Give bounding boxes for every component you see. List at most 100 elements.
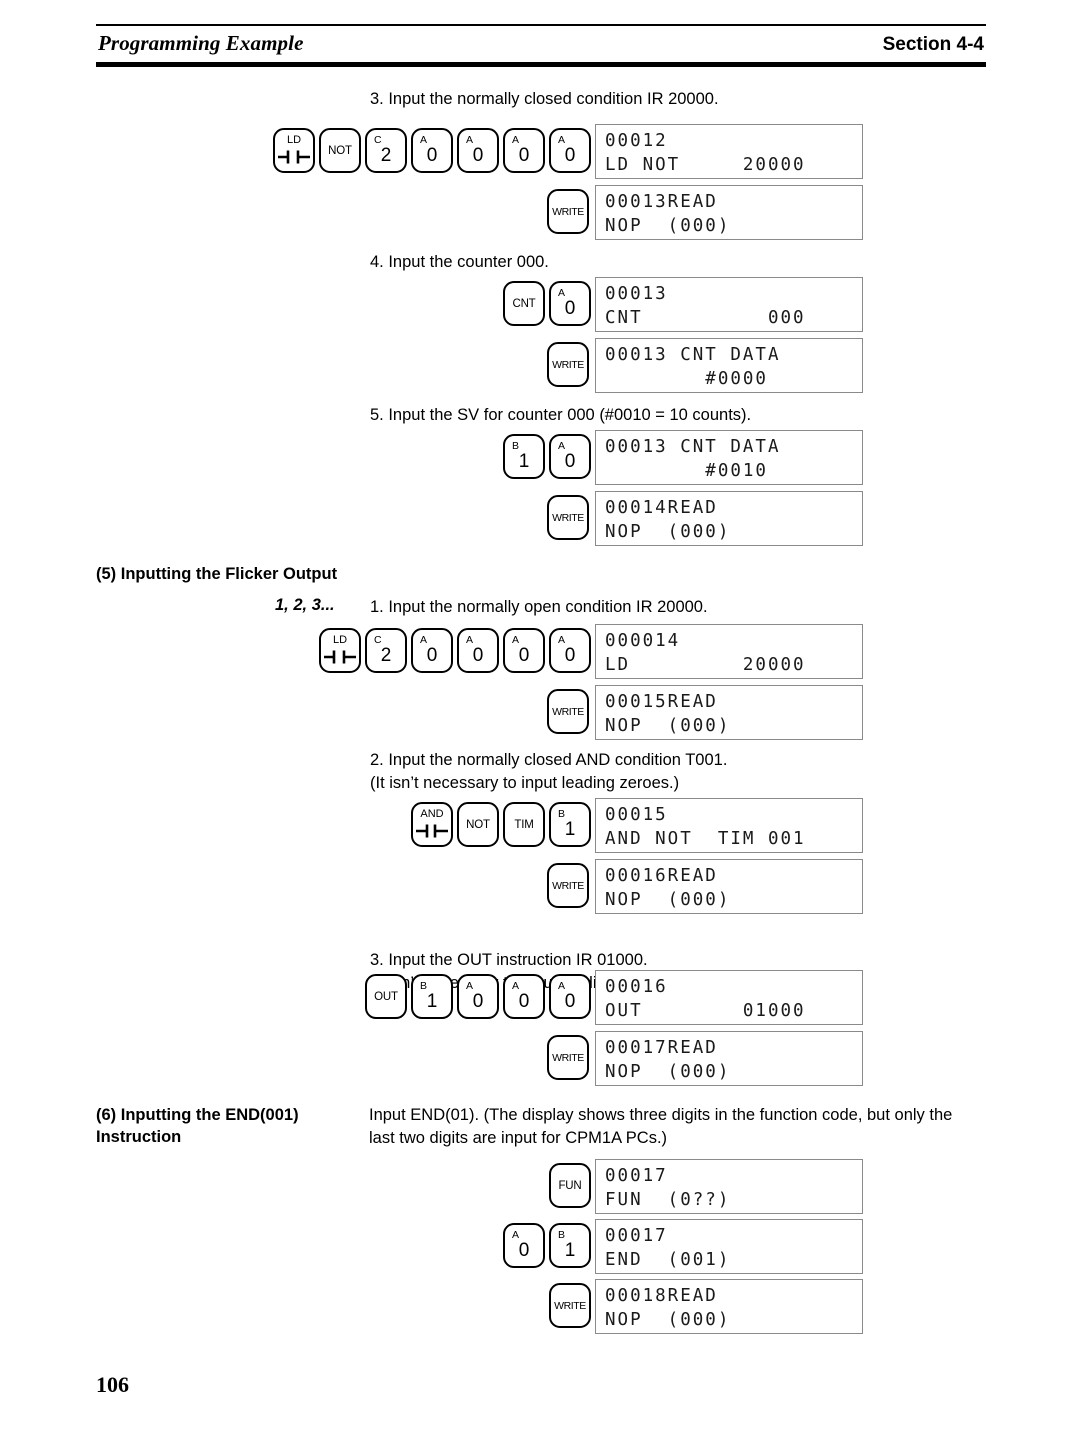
flicker-step-3-out-ir01000-write-display: 00017READ NOP (000) <box>595 1031 863 1086</box>
key-digit-label: 0 <box>518 645 530 666</box>
lcd-line-2: LD 20000 <box>605 655 806 675</box>
step-3-nc-ir20000-not-key[interactable]: NOT <box>319 128 361 173</box>
key-label: WRITE <box>552 1051 584 1064</box>
key-label: OUT <box>374 990 398 1003</box>
lcd-line-1: 00012 <box>605 131 668 151</box>
end-row-fun-fun-key[interactable]: FUN <box>549 1163 591 1208</box>
step-3-nc-ir20000-write-display: 00013READ NOP (000) <box>595 185 863 240</box>
key-digit-label: 0 <box>564 298 576 319</box>
key-label: WRITE <box>552 205 584 218</box>
step-3-nc-ir20000-key-a-0-1[interactable]: A0 <box>411 128 453 173</box>
lcd-line-1: 00013 CNT DATA <box>605 437 781 457</box>
flicker-step-3-out-ir01000-display: 00016 OUT 01000 <box>595 970 863 1025</box>
lcd-line-2: CNT 000 <box>605 308 806 328</box>
step-3-nc-ir20000-display: 00012 LD NOT 20000 <box>595 124 863 179</box>
lcd-line-2: END (001) <box>605 1250 731 1270</box>
key-digit-label: 0 <box>426 145 438 166</box>
flicker-step-1-no-ir20000-ld-key[interactable]: LD <box>319 628 361 673</box>
flicker-step-3-out-ir01000-write-key[interactable]: WRITE <box>547 1035 589 1080</box>
key-label: LD <box>332 634 348 646</box>
key-superscript-label: A <box>558 980 566 992</box>
key-digit-label: 0 <box>518 1240 530 1261</box>
key-label: WRITE <box>554 1299 586 1312</box>
lcd-line-1: 00015 <box>605 805 668 825</box>
manual-page: Programming Example Section 4-4 3. Input… <box>0 0 1080 1435</box>
lcd-line-1: 00017READ <box>605 1038 718 1058</box>
flicker-step-3-out-ir01000-key-a-0-2[interactable]: A0 <box>503 974 545 1019</box>
flicker-step-2-and-not-t001-write-display: 00016READ NOP (000) <box>595 859 863 914</box>
section6-heading: (6) Inputting the END(001) Instruction <box>96 1106 299 1146</box>
section5-list-marker: 1, 2, 3... <box>275 596 335 614</box>
key-digit-label: 0 <box>564 145 576 166</box>
end-row-write-write-key[interactable]: WRITE <box>549 1283 591 1328</box>
step-3-nc-ir20000-ld-key[interactable]: LD <box>273 128 315 173</box>
flicker-step-1-no-ir20000-key-a-0-2[interactable]: A0 <box>457 628 499 673</box>
key-label: WRITE <box>552 705 584 718</box>
header-title-right: Section 4-4 <box>882 34 984 55</box>
key-superscript-label: A <box>466 980 474 992</box>
step-4-counter-000-key-a-0-1[interactable]: A0 <box>549 281 591 326</box>
key-superscript-label: A <box>512 1229 520 1241</box>
lcd-line-1: 000014 <box>605 631 681 651</box>
step-5-sv-counter-000-write-display: 00014READ NOP (000) <box>595 491 863 546</box>
key-label: WRITE <box>552 879 584 892</box>
flicker-step-2-and-not-t001-instruction: 2. Input the normally closed AND conditi… <box>370 751 728 792</box>
step-3-nc-ir20000-key-c-2[interactable]: C2 <box>365 128 407 173</box>
flicker-step-1-no-ir20000-write-key[interactable]: WRITE <box>547 689 589 734</box>
lcd-line-2: NOP (000) <box>605 1310 731 1330</box>
flicker-step-3-out-ir01000-key-a-0-3[interactable]: A0 <box>549 974 591 1019</box>
key-digit-label: 0 <box>426 645 438 666</box>
flicker-step-2-and-not-t001-not-key[interactable]: NOT <box>457 802 499 847</box>
step-3-nc-ir20000-key-a-0-2[interactable]: A0 <box>457 128 499 173</box>
step-3-nc-ir20000-instruction: 3. Input the normally closed condition I… <box>370 90 719 108</box>
lcd-line-2: #0010 <box>605 461 768 481</box>
step-3-nc-ir20000-write-key[interactable]: WRITE <box>547 189 589 234</box>
step-4-counter-000-cnt-key[interactable]: CNT <box>503 281 545 326</box>
page-number: 106 <box>96 1372 129 1397</box>
key-digit-label: 0 <box>518 145 530 166</box>
step-5-sv-counter-000-write-key[interactable]: WRITE <box>547 495 589 540</box>
nc-contact-icon <box>321 649 359 665</box>
no-contact-icon <box>413 823 451 839</box>
key-label: NOT <box>328 144 352 157</box>
key-superscript-label: A <box>558 634 566 646</box>
key-superscript-label: B <box>420 980 428 992</box>
flicker-step-3-out-ir01000-out-key[interactable]: OUT <box>365 974 407 1019</box>
step-5-sv-counter-000-instruction: 5. Input the SV for counter 000 (#0010 =… <box>370 406 752 424</box>
end-row-01-key-b-1[interactable]: B1 <box>549 1223 591 1268</box>
flicker-step-1-no-ir20000-key-a-0-4[interactable]: A0 <box>549 628 591 673</box>
flicker-step-2-and-not-t001-write-key[interactable]: WRITE <box>547 863 589 908</box>
lcd-line-2: NOP (000) <box>605 1062 731 1082</box>
key-digit-label: 0 <box>564 645 576 666</box>
end-row-01-key-a-0[interactable]: A0 <box>503 1223 545 1268</box>
flicker-step-3-out-ir01000-key-a-0-1[interactable]: A0 <box>457 974 499 1019</box>
lcd-line-2: #0000 <box>605 369 768 389</box>
end-row-fun-display: 00017 FUN (0??) <box>595 1159 863 1214</box>
lcd-line-2: AND NOT TIM 001 <box>605 829 806 849</box>
step-3-nc-ir20000-key-a-0-3[interactable]: A0 <box>503 128 545 173</box>
flicker-step-3-out-ir01000-key-b-1[interactable]: B1 <box>411 974 453 1019</box>
key-superscript-label: A <box>512 980 520 992</box>
key-label: FUN <box>558 1179 582 1192</box>
lcd-line-2: NOP (000) <box>605 890 731 910</box>
step-4-counter-000-write-key[interactable]: WRITE <box>547 342 589 387</box>
flicker-step-1-no-ir20000-key-a-0-3[interactable]: A0 <box>503 628 545 673</box>
key-superscript-label: A <box>466 634 474 646</box>
key-superscript-label: B <box>558 1229 566 1241</box>
key-label: CNT <box>512 297 536 310</box>
flicker-step-1-no-ir20000-key-a-0-1[interactable]: A0 <box>411 628 453 673</box>
key-label: LD <box>286 134 302 146</box>
flicker-step-2-and-not-t001-key-b-1[interactable]: B1 <box>549 802 591 847</box>
lcd-line-1: 00018READ <box>605 1286 718 1306</box>
step-5-sv-counter-000-key-b-1[interactable]: B1 <box>503 434 545 479</box>
flicker-step-2-and-not-t001-and-key[interactable]: AND <box>411 802 453 847</box>
flicker-step-2-and-not-t001-tim-key[interactable]: TIM <box>503 802 545 847</box>
flicker-step-1-no-ir20000-key-c-2[interactable]: C2 <box>365 628 407 673</box>
key-superscript-label: C <box>374 634 382 646</box>
step-5-sv-counter-000-key-a-0-1[interactable]: A0 <box>549 434 591 479</box>
lcd-line-1: 00013READ <box>605 192 718 212</box>
step-4-counter-000-write-display: 00013 CNT DATA #0000 <box>595 338 863 393</box>
key-digit-label: 0 <box>472 991 484 1012</box>
step-3-nc-ir20000-key-a-0-4[interactable]: A0 <box>549 128 591 173</box>
lcd-line-1: 00016 <box>605 977 668 997</box>
